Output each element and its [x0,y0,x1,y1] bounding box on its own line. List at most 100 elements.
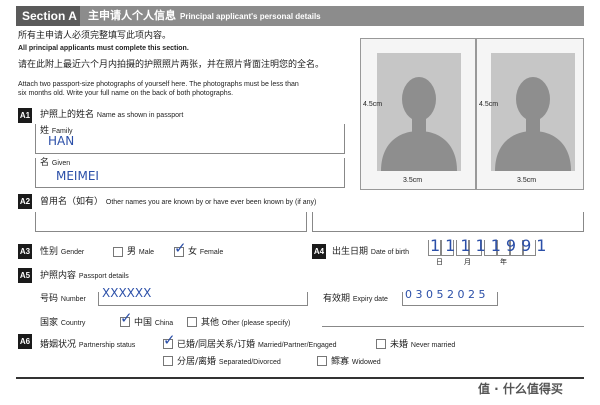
photo-height-label-2: 4.5cm [479,101,499,108]
other-names-field-2[interactable] [312,212,584,232]
passport-number-label-en: Number [60,296,86,303]
photo-width-label-2: 3.5cm [517,177,537,184]
passport-label: 护照内容 Passport details [40,271,129,282]
intro-line-cn: 所有主申请人必须完整填写此项内容。 [18,31,172,41]
female-label-en: Female [199,249,224,256]
given-label-cn: 名 [40,158,50,168]
country-label-en: Country [60,320,86,327]
checkmark-icon: ✓ [120,309,133,327]
other-country-label: 其他 Other (please specify) [201,318,290,329]
passport-number-label-cn: 号码 [40,294,59,304]
gender-label-cn: 性别 [40,247,59,257]
partnership-label: 婚姻状况 Partnership status [40,340,135,351]
gender-label-en: Gender [60,249,85,256]
expiry-label-cn: 有效期 [323,294,351,304]
a2-label-en: Other names you are known by or have eve… [105,199,317,206]
other-names-field-1[interactable] [35,212,307,232]
separated-checkbox[interactable] [163,356,173,366]
a3-number: A3 [18,244,32,259]
dob-label: 出生日期 Date of birth [332,247,409,258]
a5-number: A5 [18,268,32,283]
checkmark-icon: ✓ [163,331,176,349]
passport-label-cn: 护照内容 [40,271,77,281]
married-label-cn: 已婚/同居关系/订婚 [177,340,256,350]
expiry-label: 有效期 Expiry date [323,294,388,305]
a1-label: 护照上的姓名 Name as shown in passport [40,110,183,121]
other-country-label-en: Other (please specify) [221,320,291,327]
female-checkbox[interactable]: ✓ [174,241,187,257]
section-header: Section A 主申请人个人信息 Principal applicant's … [16,6,584,26]
married-checkbox[interactable]: ✓ [163,333,176,349]
dob-label-en: Date of birth [370,249,410,256]
never-married-label-en: Never married [410,342,456,349]
never-married-checkbox[interactable] [376,339,386,349]
dob-year-label: 年 [500,259,507,266]
expiry-date-value: 0 3 0 5 2 0 2 5 [405,288,486,301]
never-married-label-cn: 未婚 [390,340,409,350]
a2-label: 曾用名（如有） Other names you are known by or … [40,197,316,208]
intro-line-en: All principal applicants must complete t… [18,45,189,52]
family-name-field[interactable] [35,124,345,154]
given-label-en: Given [51,160,71,167]
married-label-en: Married/Partner/Engaged [257,342,337,349]
passport-label-en: Passport details [78,273,129,280]
section-title-cn: 主申请人个人信息 [88,9,176,22]
given-label: 名 Given [40,158,70,169]
female-label-cn: 女 [188,247,198,257]
never-married-label: 未婚 Never married [390,340,455,351]
china-label-cn: 中国 [134,318,153,328]
china-label-en: China [154,320,174,327]
a1-label-cn: 护照上的姓名 [40,110,95,120]
male-label: 男 Male [127,247,154,258]
passport-number-label: 号码 Number [40,294,86,305]
photo-instruction-cn: 请在此附上最近六个月内拍摄的护照照片两张，并在照片背面注明您的全名。 [18,60,325,70]
widowed-label-cn: 鳏寡 [331,357,350,367]
widowed-checkbox[interactable] [317,356,327,366]
photo-box-2[interactable]: 4.5cm 3.5cm [476,38,584,190]
male-label-cn: 男 [127,247,137,257]
female-label: 女 Female [188,247,223,258]
country-label: 国家 Country [40,318,85,329]
dob-day-label: 日 [436,259,443,266]
dob-value: 11111991 [430,236,552,255]
family-name-value: HAN [48,134,75,148]
photo-height-label-1: 4.5cm [363,101,383,108]
male-label-en: Male [138,249,155,256]
separated-label: 分居/离婚 Separated/Divorced [177,357,281,368]
photo-box-1[interactable]: 4.5cm 3.5cm [360,38,476,190]
section-title: 主申请人个人信息 Principal applicant's personal d… [88,6,321,26]
separated-label-en: Separated/Divorced [218,359,281,366]
a1-number: A1 [18,108,32,123]
photo-width-label-1: 3.5cm [403,177,423,184]
section-divider [16,377,584,379]
china-label: 中国 China [134,318,173,329]
country-label-cn: 国家 [40,318,59,328]
photo-silhouette-1 [377,53,461,171]
male-checkbox[interactable] [113,247,123,257]
partnership-label-cn: 婚姻状况 [40,340,77,350]
widowed-label-en: Widowed [351,359,381,366]
other-country-label-cn: 其他 [201,318,220,328]
a2-number: A2 [18,194,32,209]
watermark: 值 · 什么值得买 [478,382,563,396]
section-label: Section A [16,6,80,26]
a4-number: A4 [312,244,326,259]
section-title-en: Principal applicant's personal details [180,12,321,21]
widowed-label: 鳏寡 Widowed [331,357,381,368]
china-checkbox[interactable]: ✓ [120,311,133,327]
partnership-label-en: Partnership status [78,342,136,349]
gender-label: 性别 Gender [40,247,84,258]
a2-label-cn: 曾用名（如有） [40,197,104,207]
a1-label-en: Name as shown in passport [96,112,184,119]
married-label: 已婚/同居关系/订婚 Married/Partner/Engaged [177,340,337,351]
passport-number-value: XXXXXX [102,286,152,300]
given-name-value: MEIMEI [56,169,99,183]
other-country-field[interactable] [322,326,584,327]
dob-month-label: 月 [464,259,471,266]
photo-silhouette-2 [491,53,575,171]
other-country-checkbox[interactable] [187,317,197,327]
photo-instruction-en-2: six months old. Write your full name on … [18,90,234,97]
dob-label-cn: 出生日期 [332,247,369,257]
separated-label-cn: 分居/离婚 [177,357,217,367]
person-silhouette-icon [381,77,457,171]
